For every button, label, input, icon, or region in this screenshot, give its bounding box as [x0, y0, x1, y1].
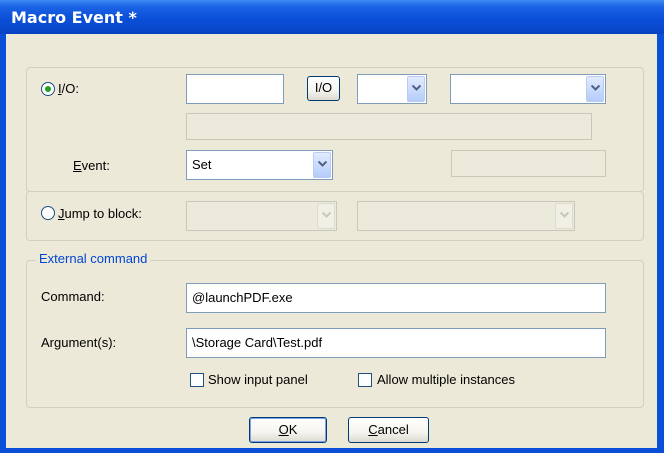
chevron-down-icon[interactable] [586, 76, 604, 102]
command-input[interactable]: @launchPDF.exe [186, 283, 606, 313]
arguments-input[interactable]: \Storage Card\Test.pdf [186, 328, 606, 358]
jump-radio-label[interactable]: Jump to block: [58, 206, 142, 222]
chevron-down-icon[interactable] [313, 152, 331, 178]
io-radio-label[interactable]: I/O: [58, 81, 79, 97]
window-border-right [657, 34, 664, 453]
title-bar[interactable]: Macro Event * [0, 0, 664, 34]
io-browse-button[interactable]: I/O [307, 76, 340, 101]
io-radio[interactable] [41, 82, 55, 96]
jump-radio[interactable] [41, 206, 55, 220]
event-select-value: Set [192, 157, 212, 172]
show-input-panel-checkbox[interactable] [190, 373, 204, 387]
show-input-panel-label[interactable]: Show input panel [208, 372, 308, 388]
io-type-select[interactable] [357, 74, 427, 104]
window-border-left [0, 34, 6, 453]
cancel-button[interactable]: Cancel [348, 417, 429, 443]
event-parameter-field [451, 150, 606, 177]
jump-block-select [186, 201, 337, 231]
chevron-down-icon [555, 203, 573, 229]
macro-event-dialog: Macro Event * I/O: I/O Event: Set Jump t… [0, 0, 664, 453]
io-description-field [186, 113, 592, 140]
window-title: Macro Event * [11, 8, 137, 27]
event-select[interactable]: Set [186, 150, 333, 180]
chevron-down-icon[interactable] [407, 76, 425, 102]
ok-button[interactable]: OK [249, 417, 327, 443]
arguments-label: Argument(s): [41, 335, 117, 350]
external-command-legend: External command [36, 251, 151, 267]
chevron-down-icon [317, 203, 335, 229]
command-label: Command: [41, 289, 105, 304]
jump-target-select [357, 201, 575, 231]
io-target-select[interactable] [450, 74, 606, 104]
window-border-bottom [0, 448, 664, 453]
allow-multiple-instances-label[interactable]: Allow multiple instances [377, 372, 515, 388]
radio-selected-dot [45, 86, 51, 92]
allow-multiple-instances-checkbox[interactable] [358, 373, 372, 387]
io-address-input[interactable] [186, 74, 284, 104]
event-label: Event: [73, 158, 110, 173]
